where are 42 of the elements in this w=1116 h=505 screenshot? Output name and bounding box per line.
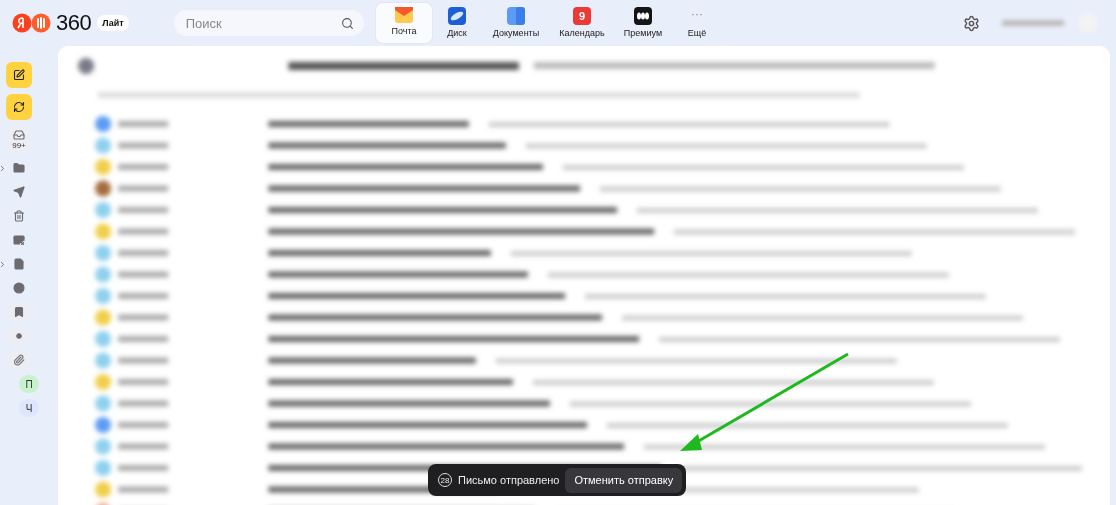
app-tab[interactable]: Документы xyxy=(482,3,550,43)
logo-text: 360 xyxy=(56,10,92,36)
folder-button[interactable]: 99+ xyxy=(8,126,30,153)
unread-count: 99+ xyxy=(12,141,26,150)
label-tag[interactable]: П xyxy=(19,375,39,393)
search-icon[interactable] xyxy=(340,16,354,30)
envelope-icon xyxy=(395,7,413,23)
chevron-icon[interactable] xyxy=(0,259,7,269)
bookmark-icon xyxy=(13,306,25,318)
document-icon xyxy=(13,258,25,270)
search-field[interactable]: Поиск xyxy=(173,10,364,36)
chevron-icon[interactable] xyxy=(0,163,7,173)
undo-button[interactable]: Отменить отправку xyxy=(565,467,683,493)
folder-button[interactable] xyxy=(8,327,30,345)
folder-icon xyxy=(13,162,25,174)
app-tab[interactable]: Премиум xyxy=(614,3,672,43)
cube-icon xyxy=(507,7,525,25)
mail-cross-icon xyxy=(13,234,25,246)
app-tab[interactable]: Почта xyxy=(376,3,432,43)
refresh-button[interactable] xyxy=(6,94,32,120)
refresh-icon xyxy=(13,101,25,113)
calendar-badge: 9 xyxy=(573,7,591,25)
app-tab[interactable]: ··· Ещё xyxy=(672,3,722,43)
folder-button[interactable] xyxy=(8,351,30,369)
app-tab[interactable]: Диск xyxy=(432,3,482,43)
compose-icon xyxy=(13,69,25,81)
label-tag[interactable]: Ч xyxy=(19,399,39,417)
app-tab[interactable]: 9 Календарь xyxy=(550,3,614,43)
inbox-icon xyxy=(13,129,25,141)
premium-icon xyxy=(634,7,652,25)
trash-icon xyxy=(13,210,25,222)
dot-icon xyxy=(16,333,22,339)
compose-button[interactable] xyxy=(6,62,32,88)
more-glyph: ··· xyxy=(691,7,703,23)
logo-icon xyxy=(12,13,52,33)
toast-message: Письмо отправлено xyxy=(458,474,560,486)
settings-icon[interactable] xyxy=(963,14,980,32)
folder-button[interactable] xyxy=(8,303,30,321)
plan-badge: Лайт xyxy=(97,15,129,31)
search-input[interactable]: Поиск xyxy=(183,14,341,32)
paperclip-icon xyxy=(13,354,25,366)
paper-plane-icon xyxy=(13,186,25,198)
